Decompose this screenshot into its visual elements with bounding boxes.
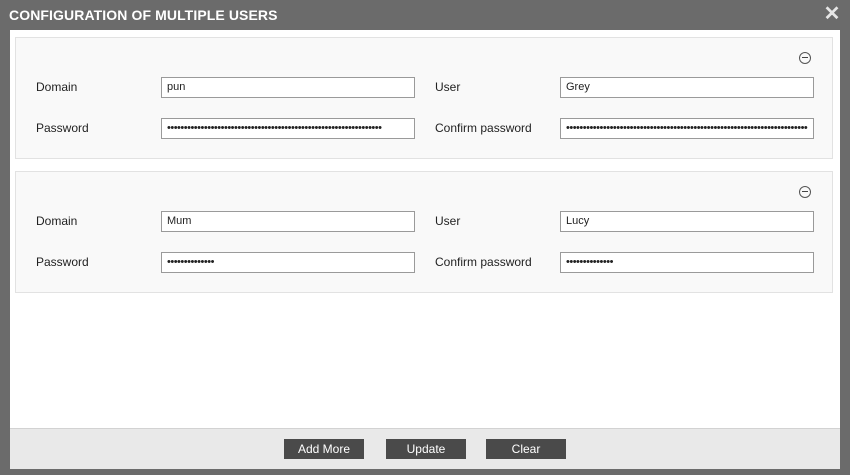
configuration-dialog: CONFIGURATION OF MULTIPLE USERS ✕ Domain… (0, 0, 850, 475)
dialog-titlebar: CONFIGURATION OF MULTIPLE USERS ✕ (0, 0, 850, 30)
domain-input[interactable]: Mum (161, 211, 415, 232)
update-button[interactable]: Update (386, 439, 466, 459)
dialog-title: CONFIGURATION OF MULTIPLE USERS (9, 7, 278, 23)
domain-input[interactable]: pun (161, 77, 415, 98)
user-section-2: Domain Mum User Lucy Password ••••••••••… (15, 171, 833, 293)
password-label: Password (36, 121, 89, 135)
password-label: Password (36, 255, 89, 269)
close-icon[interactable]: ✕ (823, 4, 841, 24)
confirm-password-input[interactable]: •••••••••••••• (560, 252, 814, 273)
user-label: User (435, 80, 461, 94)
clear-button[interactable]: Clear (486, 439, 566, 459)
user-input[interactable]: Lucy (560, 211, 814, 232)
user-input[interactable]: Grey (560, 77, 814, 98)
add-more-button[interactable]: Add More (284, 439, 364, 459)
password-input[interactable]: ••••••••••••••••••••••••••••••••••••••••… (161, 118, 415, 139)
domain-label: Domain (36, 214, 78, 228)
password-input[interactable]: •••••••••••••• (161, 252, 415, 273)
domain-label: Domain (36, 80, 78, 94)
confirm-password-label: Confirm password (435, 121, 532, 135)
dialog-footer: Add More Update Clear (10, 428, 840, 469)
remove-circle-icon[interactable] (799, 186, 811, 198)
confirm-password-input[interactable]: ••••••••••••••••••••••••••••••••••••••••… (560, 118, 814, 139)
remove-circle-icon[interactable] (799, 52, 811, 64)
user-label: User (435, 214, 461, 228)
user-section-1: Domain pun User Grey Password ••••••••••… (15, 37, 833, 159)
confirm-password-label: Confirm password (435, 255, 532, 269)
dialog-body: Domain pun User Grey Password ••••••••••… (10, 30, 840, 428)
